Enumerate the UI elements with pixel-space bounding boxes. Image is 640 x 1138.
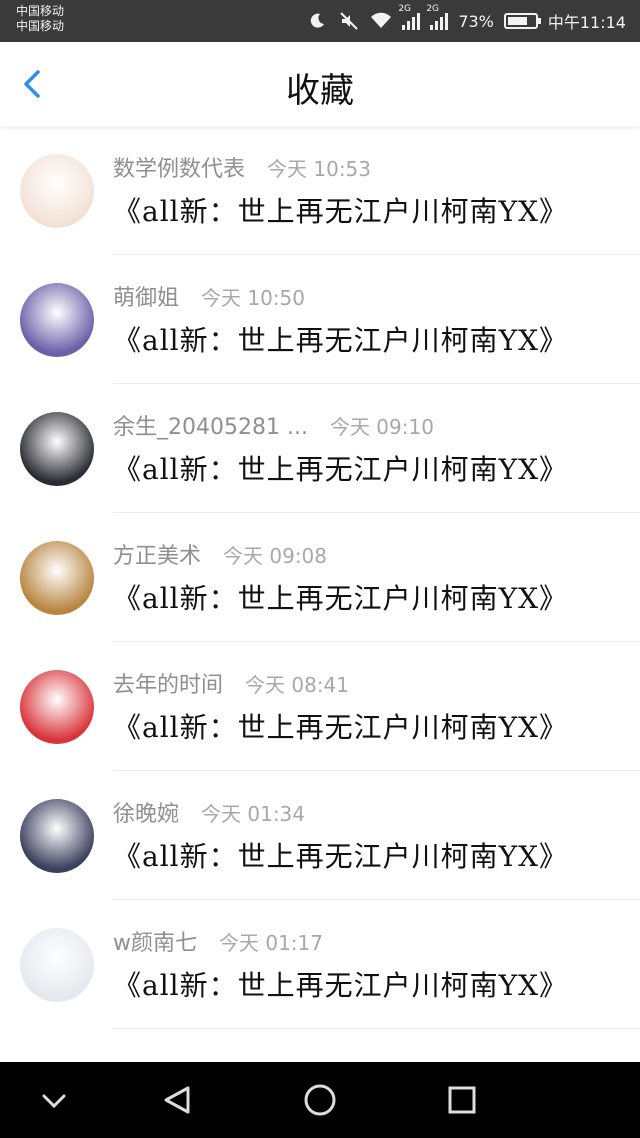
timestamp: 今天 09:10 bbox=[329, 414, 434, 439]
timestamp: 今天 10:53 bbox=[267, 156, 372, 181]
status-bar: 中国移动 中国移动 2G 2G 73% 中午11:14 bbox=[0, 0, 640, 42]
header: 收藏 bbox=[0, 42, 640, 126]
item-meta: 去年的时间 今天 08:41 bbox=[113, 667, 350, 699]
timestamp: 今天 08:41 bbox=[245, 672, 350, 697]
item-meta: 余生_20405281 ... 今天 09:10 bbox=[113, 409, 434, 441]
page-title: 收藏 bbox=[286, 71, 354, 111]
network-type-2: 2G bbox=[426, 4, 440, 14]
avatar[interactable] bbox=[20, 283, 94, 357]
author-name[interactable]: w颜南七 bbox=[113, 925, 197, 957]
item-title[interactable]: 《all新：世上再无江户川柯南YX》 bbox=[113, 319, 568, 359]
timestamp: 今天 01:17 bbox=[219, 930, 323, 955]
list-item[interactable]: 去年的时间 今天 08:41 《all新：世上再无江户川柯南YX》 bbox=[0, 642, 640, 771]
item-meta: 方正美术 今天 09:08 bbox=[113, 538, 328, 570]
timestamp: 今天 10:50 bbox=[201, 285, 306, 310]
avatar[interactable] bbox=[20, 928, 94, 1002]
item-meta: w颜南七 今天 01:17 bbox=[113, 925, 323, 957]
item-title[interactable]: 《all新：世上再无江户川柯南YX》 bbox=[113, 190, 568, 230]
avatar[interactable] bbox=[20, 154, 94, 228]
author-name[interactable]: 余生_20405281 ... bbox=[113, 409, 308, 441]
mute-icon bbox=[338, 10, 360, 32]
list-item[interactable]: 方正美术 今天 09:08 《all新：世上再无江户川柯南YX》 bbox=[0, 513, 640, 642]
author-name[interactable]: 去年的时间 bbox=[113, 667, 223, 699]
timestamp: 今天 09:08 bbox=[223, 543, 328, 568]
item-title[interactable]: 《all新：世上再无江户川柯南YX》 bbox=[113, 964, 568, 1004]
timestamp: 今天 01:34 bbox=[201, 801, 306, 826]
back-triangle-icon[interactable] bbox=[158, 1080, 198, 1120]
favorites-list: 数学例数代表 今天 10:53 《all新：世上再无江户川柯南YX》 萌御姐 今… bbox=[0, 126, 640, 1062]
carrier-info: 中国移动 中国移动 bbox=[16, 4, 64, 34]
list-item[interactable]: w颜南七 今天 01:17 《all新：世上再无江户川柯南YX》 bbox=[0, 900, 640, 1029]
carrier-2: 中国移动 bbox=[16, 19, 65, 33]
author-name[interactable]: 徐晚婉 bbox=[113, 796, 179, 828]
battery-percent: 73% bbox=[458, 11, 494, 31]
navigation-bar bbox=[0, 1062, 640, 1138]
list-item[interactable]: 数学例数代表 今天 10:53 《all新：世上再无江户川柯南YX》 bbox=[0, 126, 640, 255]
avatar[interactable] bbox=[20, 799, 94, 873]
author-name[interactable]: 萌御姐 bbox=[113, 280, 179, 312]
battery-icon bbox=[503, 13, 541, 29]
network-type-1: 2G bbox=[398, 4, 412, 14]
avatar[interactable] bbox=[20, 670, 94, 744]
item-title[interactable]: 《all新：世上再无江户川柯南YX》 bbox=[113, 835, 568, 875]
item-title[interactable]: 《all新：世上再无江户川柯南YX》 bbox=[113, 577, 568, 617]
item-meta: 徐晚婉 今天 01:34 bbox=[113, 796, 306, 828]
item-meta: 数学例数代表 今天 10:53 bbox=[113, 151, 372, 183]
avatar[interactable] bbox=[20, 541, 94, 615]
item-title[interactable]: 《all新：世上再无江户川柯南YX》 bbox=[113, 706, 568, 746]
status-icons: 2G 2G 73% 中午11:14 bbox=[306, 0, 626, 42]
list-item[interactable]: 徐晚婉 今天 01:34 《all新：世上再无江户川柯南YX》 bbox=[0, 771, 640, 900]
home-circle-icon[interactable] bbox=[300, 1080, 340, 1120]
carrier-1: 中国移动 bbox=[16, 4, 65, 18]
divider bbox=[113, 1028, 640, 1029]
wifi-icon bbox=[370, 10, 392, 32]
signal-icon: 2G bbox=[426, 4, 449, 30]
avatar[interactable] bbox=[20, 412, 94, 486]
author-name[interactable]: 数学例数代表 bbox=[113, 151, 245, 183]
list-item[interactable]: 萌御姐 今天 10:50 《all新：世上再无江户川柯南YX》 bbox=[0, 255, 640, 384]
recents-square-icon[interactable] bbox=[442, 1080, 482, 1120]
author-name[interactable]: 方正美术 bbox=[113, 538, 201, 570]
item-meta: 萌御姐 今天 10:50 bbox=[113, 280, 306, 312]
item-title[interactable]: 《all新：世上再无江户川柯南YX》 bbox=[113, 448, 568, 488]
chevron-down-icon[interactable] bbox=[34, 1080, 74, 1120]
signal-icon: 2G bbox=[398, 4, 421, 30]
moon-icon bbox=[306, 10, 328, 32]
clock: 中午11:14 bbox=[547, 13, 626, 32]
list-item[interactable]: 余生_20405281 ... 今天 09:10 《all新：世上再无江户川柯南… bbox=[0, 384, 640, 513]
